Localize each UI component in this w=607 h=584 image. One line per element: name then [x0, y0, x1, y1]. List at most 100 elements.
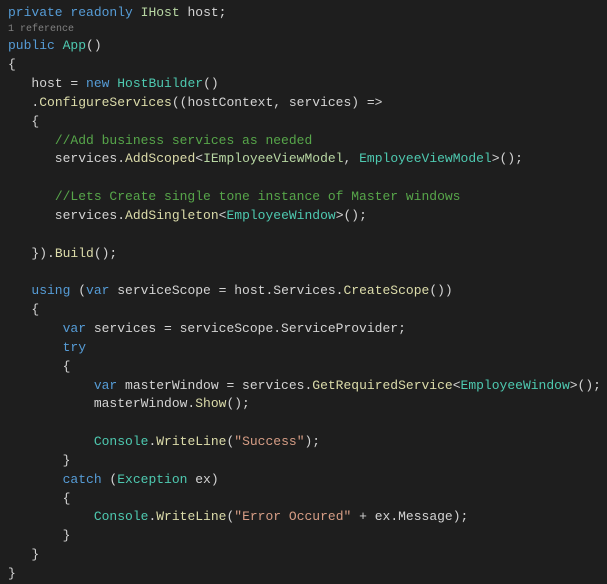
method: WriteLine [156, 434, 226, 449]
text: , [344, 151, 360, 166]
text: >(); [336, 208, 367, 223]
text: services = serviceScope.ServiceProvider; [86, 321, 406, 336]
text: }). [8, 246, 55, 261]
type: HostBuilder [117, 76, 203, 91]
code-line: { [8, 56, 607, 75]
method: ConfigureServices [39, 95, 172, 110]
code-line: Console.WriteLine("Success"); [8, 433, 607, 452]
keyword: var [63, 321, 86, 336]
code-line: services.AddSingleton<EmployeeWindow>(); [8, 207, 607, 226]
comment: //Add business services as needed [55, 133, 312, 148]
code-line: } [8, 565, 607, 584]
indent [8, 189, 55, 204]
text: ()) [429, 283, 452, 298]
string: "Error Occured" [234, 509, 351, 524]
method: Show [195, 396, 226, 411]
text: ex) [187, 472, 218, 487]
text: < [195, 151, 203, 166]
indent [8, 378, 94, 393]
indent [8, 283, 31, 298]
code-line: { [8, 113, 607, 132]
text: (); [94, 246, 117, 261]
code-line: services.AddScoped<IEmployeeViewModel, E… [8, 150, 607, 169]
type: App [63, 38, 86, 53]
method: WriteLine [156, 509, 226, 524]
keyword: readonly [70, 5, 132, 20]
code-line: Console.WriteLine("Error Occured" + ex.M… [8, 508, 607, 527]
brace: { [8, 359, 70, 374]
text: () [203, 76, 219, 91]
type: IHost [141, 5, 180, 20]
text: ( [102, 472, 118, 487]
indent [8, 434, 94, 449]
brace: } [8, 547, 39, 562]
indent [8, 133, 55, 148]
keyword: new [86, 76, 109, 91]
text: >(); [492, 151, 523, 166]
code-line: catch (Exception ex) [8, 471, 607, 490]
text: masterWindow. [8, 396, 195, 411]
text: (); [226, 396, 249, 411]
code-line: //Lets Create single tone instance of Ma… [8, 188, 607, 207]
indent [8, 340, 63, 355]
text: services. [8, 151, 125, 166]
code-line: var services = serviceScope.ServiceProvi… [8, 320, 607, 339]
code-line: host = new HostBuilder() [8, 75, 607, 94]
text: ); [305, 434, 321, 449]
interface: IEmployeeViewModel [203, 151, 343, 166]
brace: } [8, 566, 16, 581]
code-line: masterWindow.Show(); [8, 395, 607, 414]
text: masterWindow = services. [117, 378, 312, 393]
method: AddScoped [125, 151, 195, 166]
text: >(); [570, 378, 601, 393]
blank-line [8, 263, 607, 282]
codelens-reference[interactable]: 1 reference [8, 23, 607, 38]
comment: //Lets Create single tone instance of Ma… [55, 189, 461, 204]
text: + ex.Message); [351, 509, 468, 524]
string: "Success" [234, 434, 304, 449]
type: EmployeeWindow [226, 208, 335, 223]
text: host; [180, 5, 227, 20]
method: AddSingleton [125, 208, 219, 223]
code-line: { [8, 358, 607, 377]
brace: } [8, 528, 70, 543]
brace: { [8, 302, 39, 317]
code-line: { [8, 301, 607, 320]
blank-line [8, 226, 607, 245]
brace: } [8, 453, 70, 468]
code-line: { [8, 490, 607, 509]
method: Build [55, 246, 94, 261]
brace: { [8, 57, 16, 72]
method: GetRequiredService [312, 378, 452, 393]
code-line: //Add business services as needed [8, 132, 607, 151]
text: . [8, 95, 39, 110]
code-line: using (var serviceScope = host.Services.… [8, 282, 607, 301]
code-line: try [8, 339, 607, 358]
indent [8, 321, 63, 336]
keyword: try [63, 340, 86, 355]
type: EmployeeViewModel [359, 151, 492, 166]
blank-line [8, 169, 607, 188]
keyword: var [94, 378, 117, 393]
text: ((hostContext, services) => [172, 95, 383, 110]
keyword: using [31, 283, 70, 298]
type: Exception [117, 472, 187, 487]
blank-line [8, 414, 607, 433]
indent [8, 472, 63, 487]
text: () [86, 38, 102, 53]
code-line: }).Build(); [8, 245, 607, 264]
keyword: catch [63, 472, 102, 487]
type: Console [94, 509, 149, 524]
type: EmployeeWindow [461, 378, 570, 393]
text: serviceScope = host.Services. [109, 283, 343, 298]
text: ( [70, 283, 86, 298]
code-line: public App() [8, 37, 607, 56]
text: host = [8, 76, 86, 91]
code-editor[interactable]: private readonly IHost host; 1 reference… [8, 4, 607, 584]
code-line: } [8, 546, 607, 565]
text: services. [8, 208, 125, 223]
text: < [453, 378, 461, 393]
brace: { [8, 114, 39, 129]
brace: { [8, 491, 70, 506]
type: Console [94, 434, 149, 449]
